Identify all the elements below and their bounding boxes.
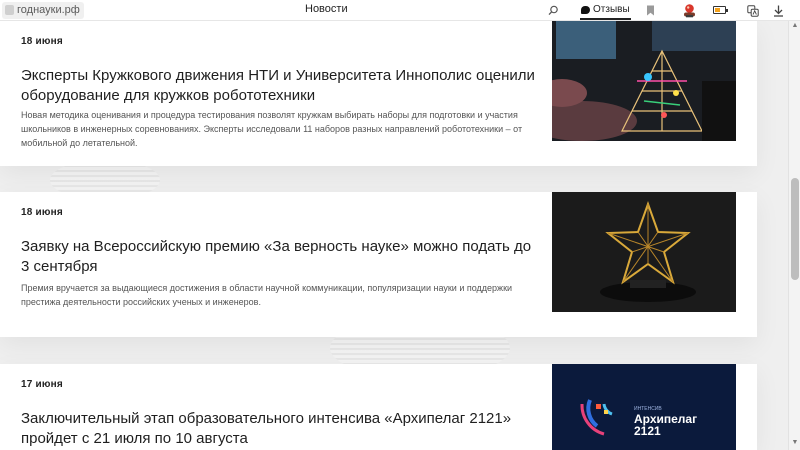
- logo-year: 2121: [634, 424, 661, 438]
- news-image-award[interactable]: [552, 192, 736, 312]
- news-image-robotics[interactable]: [552, 21, 736, 141]
- scroll-down-icon[interactable]: ▼: [790, 439, 800, 447]
- news-card[interactable]: 18 июня Эксперты Кружкового движения НТИ…: [0, 21, 757, 166]
- domain-text: годнауки.рф: [17, 4, 80, 16]
- search-icon[interactable]: [546, 3, 561, 18]
- page-title: Новости: [305, 3, 348, 15]
- news-card[interactable]: 17 июня Заключительный этап образователь…: [0, 364, 757, 450]
- scrollbar-thumb[interactable]: [791, 178, 799, 280]
- reviews-label: Отзывы: [593, 4, 630, 15]
- address-bar[interactable]: годнауки.рф: [2, 1, 84, 19]
- news-description: Премия вручается за выдающиеся достижени…: [21, 283, 513, 307]
- news-date: 18 июня: [21, 207, 63, 218]
- reviews-button[interactable]: Отзывы: [580, 1, 631, 20]
- news-date: 18 июня: [21, 36, 63, 47]
- news-card[interactable]: 18 июня Заявку на Всероссийскую премию «…: [0, 192, 757, 337]
- news-title[interactable]: Эксперты Кружкового движения НТИ и Униве…: [21, 66, 541, 106]
- download-icon[interactable]: [771, 3, 786, 18]
- page-scrollbar[interactable]: ▲ ▼: [788, 21, 800, 450]
- scroll-up-icon[interactable]: ▲: [790, 22, 800, 30]
- battery-icon: [713, 6, 728, 14]
- browser-toolbar: годнауки.рф Новости Отзывы: [0, 0, 800, 21]
- news-image-archipelago[interactable]: ИНТЕНСИВ Архипелаг 2121: [552, 364, 736, 450]
- chat-bubble-icon: [581, 5, 590, 14]
- translate-icon[interactable]: [745, 3, 760, 18]
- news-date: 17 июня: [21, 379, 63, 390]
- site-icon: [5, 5, 14, 15]
- news-title[interactable]: Заключительный этап образовательного инт…: [21, 409, 541, 449]
- news-description: Новая методика оценивания и процедура те…: [21, 110, 523, 148]
- news-title[interactable]: Заявку на Всероссийскую премию «За верно…: [21, 237, 541, 277]
- bookmark-icon[interactable]: [643, 3, 658, 18]
- avatar-icon[interactable]: [682, 3, 697, 18]
